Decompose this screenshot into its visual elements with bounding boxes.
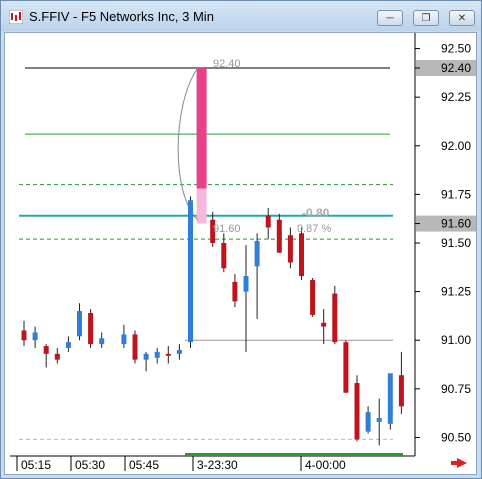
candle[interactable] xyxy=(387,373,393,424)
candle[interactable] xyxy=(265,215,271,228)
time-tick-label: 3-23:30 xyxy=(197,458,238,472)
time-ticks: 05:15 05:30 05:45 3-23:30 4-00:00 xyxy=(16,456,346,472)
candle[interactable] xyxy=(365,412,371,432)
price-tick-label: 90.75 xyxy=(441,382,471,396)
candle[interactable] xyxy=(32,332,38,341)
candle[interactable] xyxy=(354,383,360,440)
chart-app-icon xyxy=(9,10,23,24)
candle[interactable] xyxy=(232,281,238,302)
minimize-icon: ─ xyxy=(386,12,394,24)
price-tick-label: 92.00 xyxy=(441,139,471,153)
candle[interactable] xyxy=(132,334,138,360)
time-tick-label: 05:30 xyxy=(75,458,105,472)
candle[interactable] xyxy=(143,353,149,360)
candle[interactable] xyxy=(165,353,171,356)
highlight-candle[interactable] xyxy=(196,68,207,189)
window-title: S.FFIV - F5 Networks Inc, 3 Min xyxy=(29,9,214,24)
candle[interactable] xyxy=(88,313,94,345)
price-tick-label: 91.25 xyxy=(441,285,471,299)
session-bar xyxy=(185,453,403,456)
restore-button[interactable]: ❐ xyxy=(413,10,439,26)
price-tick-label: 90.50 xyxy=(441,430,471,444)
change-pct-annotation: 0.87 % xyxy=(297,223,331,235)
price-chart[interactable]: 92.50 92.40 92.25 92.00 91.75 91.60 91.50 91.25… xyxy=(5,33,476,474)
low-annotation: 91.60 xyxy=(213,223,241,235)
chart-area[interactable]: 92.50 92.40 92.25 92.00 91.75 91.60 91.50 91.25… xyxy=(4,32,477,475)
time-tick-label: 4-00:00 xyxy=(305,458,346,472)
candle[interactable] xyxy=(99,338,105,345)
minimize-button[interactable]: ─ xyxy=(377,10,403,26)
high-annotation: 92.40 xyxy=(213,58,241,70)
price-tick-label: 92.25 xyxy=(441,90,471,104)
title-bar[interactable]: S.FFIV - F5 Networks Inc, 3 Min ─ ❐ ✕ xyxy=(1,1,481,31)
candle[interactable] xyxy=(299,233,304,277)
price-tick-label: 91.75 xyxy=(441,187,471,201)
restore-icon: ❐ xyxy=(421,12,431,24)
candle[interactable] xyxy=(65,342,71,348)
candle[interactable] xyxy=(121,334,127,345)
candle[interactable] xyxy=(398,375,404,407)
highlight-candle-tail xyxy=(196,188,207,224)
time-tick-label: 05:45 xyxy=(129,458,159,472)
candle[interactable] xyxy=(254,241,260,267)
selection-arc xyxy=(177,67,199,221)
candle[interactable] xyxy=(321,322,327,327)
candle[interactable] xyxy=(43,346,49,354)
candle[interactable] xyxy=(276,219,282,253)
candle[interactable] xyxy=(176,349,182,354)
candle[interactable] xyxy=(310,279,316,315)
scroll-right-icon-bar xyxy=(451,461,458,465)
candle[interactable] xyxy=(154,351,160,358)
candle[interactable] xyxy=(54,353,60,360)
candle[interactable] xyxy=(376,418,382,422)
candle[interactable] xyxy=(21,330,27,341)
candle[interactable] xyxy=(188,200,193,343)
price-tick-label: 91.50 xyxy=(441,236,471,250)
candle[interactable] xyxy=(77,311,82,337)
close-button[interactable]: ✕ xyxy=(449,10,475,26)
price-tick-label: 91.00 xyxy=(441,333,471,347)
time-tick-label: 05:15 xyxy=(21,458,51,472)
price-tick-label: 92.40 xyxy=(441,61,471,75)
candle[interactable] xyxy=(221,243,227,269)
candle[interactable] xyxy=(343,342,349,393)
price-tick-label: 91.60 xyxy=(441,217,471,231)
candle[interactable] xyxy=(243,276,249,292)
candle[interactable] xyxy=(332,293,338,343)
chart-window: S.FFIV - F5 Networks Inc, 3 Min ─ ❐ ✕ 92… xyxy=(0,0,482,479)
candle[interactable] xyxy=(287,235,293,263)
change-annotation: -0.80 xyxy=(302,206,330,220)
close-icon: ✕ xyxy=(457,12,467,24)
price-tick-label: 92.50 xyxy=(441,42,471,56)
